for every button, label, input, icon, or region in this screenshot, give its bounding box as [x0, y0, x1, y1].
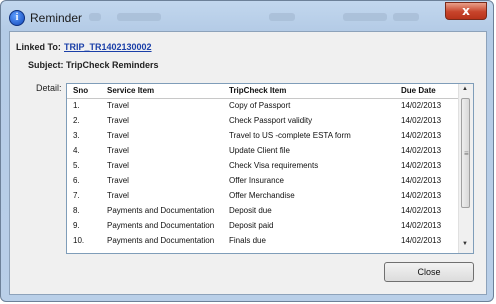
reminder-window: i Reminder x Linked To: TRIP_TR140213000… [0, 0, 494, 302]
cell-due-date: 14/02/2013 [401, 101, 442, 110]
cell-due-date: 14/02/2013 [401, 176, 442, 185]
table-row[interactable]: 5. Travel Check Visa requirements 14/02/… [67, 158, 459, 173]
window-title: Reminder [30, 11, 83, 25]
detail-label: Detail: [36, 83, 62, 93]
column-header-sno[interactable]: Sno [73, 86, 88, 95]
cell-due-date: 14/02/2013 [401, 236, 442, 245]
linked-trip-link[interactable]: TRIP_TR1402130002 [64, 42, 152, 52]
scroll-up-arrow-icon[interactable]: ▲ [462, 86, 468, 92]
cell-sno: 6. [73, 176, 80, 185]
title-bar[interactable]: i Reminder x [1, 1, 493, 31]
cell-tripcheck-item: Offer Merchandise [229, 191, 295, 200]
cell-service-item: Payments and Documentation [107, 221, 215, 230]
cell-sno: 10. [73, 236, 85, 245]
table-row[interactable]: 9. Payments and Documentation Deposit pa… [67, 218, 459, 233]
cell-sno: 1. [73, 101, 80, 110]
cell-due-date: 14/02/2013 [401, 221, 442, 230]
subject-label: Subject: [28, 60, 64, 70]
dialog-body: Linked To: TRIP_TR1402130002 Subject: Tr… [9, 31, 487, 295]
cell-due-date: 14/02/2013 [401, 116, 442, 125]
cell-tripcheck-item: Check Passport validity [229, 116, 313, 125]
cell-due-date: 14/02/2013 [401, 206, 442, 215]
cell-tripcheck-item: Check Visa requirements [229, 161, 319, 170]
subject-value: TripCheck Reminders [66, 60, 159, 70]
cell-tripcheck-item: Copy of Passport [229, 101, 291, 110]
cell-sno: 2. [73, 116, 80, 125]
blurred-background-text [89, 13, 101, 21]
cell-tripcheck-item: Deposit paid [229, 221, 274, 230]
table-row[interactable]: 1. Travel Copy of Passport 14/02/2013 [67, 98, 459, 113]
cell-service-item: Payments and Documentation [107, 206, 215, 215]
table-row[interactable]: 10. Payments and Documentation Finals du… [67, 233, 459, 248]
cell-service-item: Travel [107, 101, 129, 110]
table-row[interactable]: 2. Travel Check Passport validity 14/02/… [67, 113, 459, 128]
column-header-service-item[interactable]: Service Item [107, 86, 154, 95]
scrollbar-thumb[interactable]: ≡ [461, 98, 470, 208]
blurred-background-text [343, 13, 387, 21]
table-row[interactable]: 7. Travel Offer Merchandise 14/02/2013 [67, 188, 459, 203]
cell-service-item: Travel [107, 116, 129, 125]
table-row[interactable]: 8. Payments and Documentation Deposit du… [67, 203, 459, 218]
cell-sno: 9. [73, 221, 80, 230]
cell-tripcheck-item: Deposit due [229, 206, 272, 215]
info-icon: i [9, 10, 25, 26]
linked-to-label: Linked To: [16, 42, 61, 52]
cell-due-date: 14/02/2013 [401, 191, 442, 200]
table-header: Sno Service Item TripCheck Item Due Date [67, 84, 459, 99]
cell-due-date: 14/02/2013 [401, 146, 442, 155]
cell-service-item: Payments and Documentation [107, 236, 215, 245]
cell-tripcheck-item: Offer Insurance [229, 176, 284, 185]
column-header-due-date[interactable]: Due Date [401, 86, 436, 95]
table-row[interactable]: 4. Travel Update Client file 14/02/2013 [67, 143, 459, 158]
window-close-button[interactable]: x [445, 2, 487, 20]
grip-icon: ≡ [464, 149, 469, 158]
blurred-background-text [393, 13, 419, 21]
scroll-down-arrow-icon[interactable]: ▼ [462, 241, 468, 247]
blurred-background-text [117, 13, 161, 21]
cell-service-item: Travel [107, 191, 129, 200]
cell-sno: 7. [73, 191, 80, 200]
cell-sno: 4. [73, 146, 80, 155]
vertical-scrollbar[interactable]: ▲ ≡ ▼ [458, 84, 473, 253]
cell-service-item: Travel [107, 176, 129, 185]
cell-tripcheck-item: Finals due [229, 236, 266, 245]
column-header-tripcheck-item[interactable]: TripCheck Item [229, 86, 286, 95]
cell-service-item: Travel [107, 146, 129, 155]
cell-tripcheck-item: Travel to US -complete ESTA form [229, 131, 351, 140]
cell-due-date: 14/02/2013 [401, 161, 442, 170]
table-row[interactable]: 3. Travel Travel to US -complete ESTA fo… [67, 128, 459, 143]
blurred-background-text [269, 13, 295, 21]
cell-due-date: 14/02/2013 [401, 131, 442, 140]
cell-sno: 3. [73, 131, 80, 140]
cell-sno: 5. [73, 161, 80, 170]
cell-sno: 8. [73, 206, 80, 215]
close-button[interactable]: Close [384, 262, 474, 282]
cell-service-item: Travel [107, 131, 129, 140]
cell-tripcheck-item: Update Client file [229, 146, 290, 155]
cell-service-item: Travel [107, 161, 129, 170]
reminder-table[interactable]: Sno Service Item TripCheck Item Due Date… [66, 83, 474, 254]
table-row[interactable]: 6. Travel Offer Insurance 14/02/2013 [67, 173, 459, 188]
